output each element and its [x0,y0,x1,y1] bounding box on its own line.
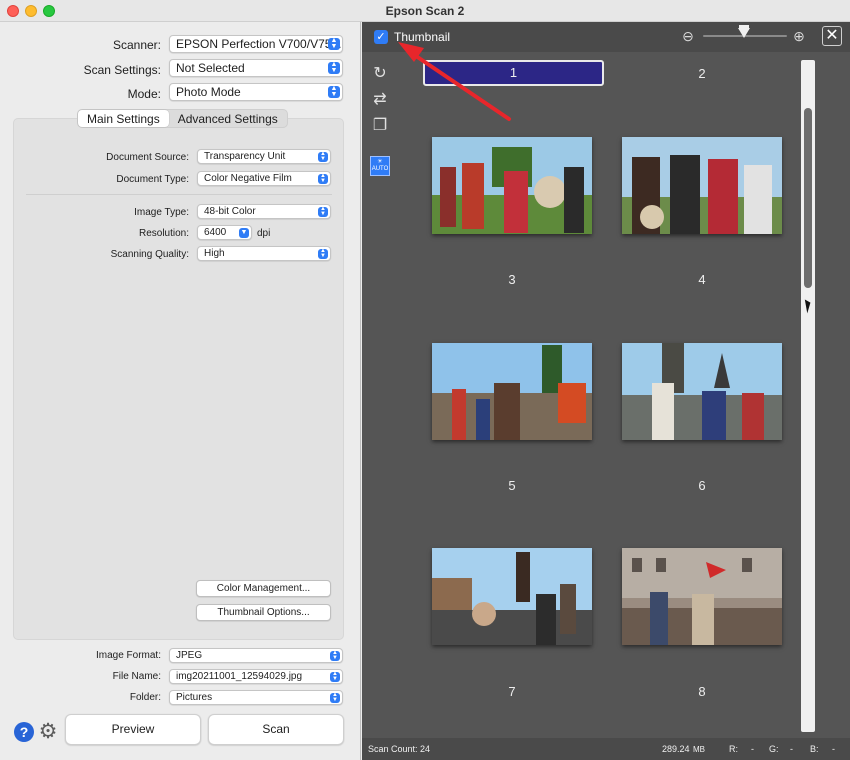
resolution-unit: dpi [257,228,271,239]
resolution-select[interactable]: 6400 ▼ [197,225,252,240]
frame-label-5[interactable]: 5 [422,478,602,493]
frame-label-4[interactable]: 4 [612,272,792,287]
chevron-updown-icon: ▲ ▼ [318,173,328,184]
thumbnail-image[interactable] [622,548,782,645]
document-type-select[interactable]: Color Negative Film ▲ ▼ [197,171,331,186]
b-value: - [832,744,835,754]
mode-value: Photo Mode [176,85,241,99]
window-title: Epson Scan 2 [385,4,465,18]
folder-label: Folder: [129,692,161,703]
help-icon[interactable]: ? [14,722,34,742]
chevron-updown-icon: ▲ ▼ [330,692,340,703]
chevron-updown-icon: ▲ ▼ [328,85,340,98]
status-bar: Scan Count: 24 289.24 MB R: - G: - B: - [362,738,850,760]
settings-panel: Scanner: EPSON Perfection V700/V75... ▲ ▼… [0,22,361,760]
chevron-updown-icon: ▲ ▼ [330,671,340,682]
image-format-label: Image Format: [95,650,161,661]
mode-select[interactable]: Photo Mode ▲ ▼ [169,83,343,101]
settings-box [13,118,344,640]
frame-label-7[interactable]: 7 [422,684,602,699]
preview-toolbar: ✓ Thumbnail ⊖ ⊕ ✕ [362,22,850,52]
chevron-updown-icon: ▲ ▼ [328,37,340,50]
frame-label-6[interactable]: 6 [612,478,792,493]
settings-tabs: Main Settings Advanced Settings [77,109,288,128]
thumbnail-grid: 1 2 3 4 5 6 7 8 [402,60,802,760]
chevron-updown-icon: ▲ ▼ [330,650,340,661]
folder-select[interactable]: Pictures ▲ ▼ [169,690,343,705]
chevron-updown-icon: ▲ ▼ [328,61,340,74]
thumbnail-checkbox[interactable]: ✓ [374,30,388,44]
file-name-label: File Name: [112,671,161,682]
resolution-label: Resolution: [138,228,189,239]
frame-label-3[interactable]: 3 [422,272,602,287]
document-type-value: Color Negative Film [204,173,292,184]
color-management-button[interactable]: Color Management... [196,580,331,597]
thumbnail-image[interactable] [432,137,592,234]
r-label: R: [729,744,738,754]
preview-button[interactable]: Preview [65,714,201,745]
chevron-updown-icon: ▲ ▼ [318,248,328,259]
gear-icon[interactable]: ⚙ [37,721,59,743]
document-source-select[interactable]: Transparency Unit ▲ ▼ [197,149,331,164]
resolution-value: 6400 [204,227,227,238]
preview-panel: ✓ Thumbnail ⊖ ⊕ ✕ ↻ ⇄ ❐ ☀ AUTO 1 2 3 4 5… [362,22,850,760]
b-label: B: [810,744,819,754]
scan-settings-select[interactable]: Not Selected ▲ ▼ [169,59,343,77]
file-size-unit: MB [693,745,705,754]
zoom-out-icon[interactable]: ⊖ [679,27,697,45]
thumbnail-options-button[interactable]: Thumbnail Options... [196,604,331,621]
scanner-select[interactable]: EPSON Perfection V700/V75... ▲ ▼ [169,35,343,53]
chevron-updown-icon: ▲ ▼ [318,151,328,162]
thumbnail-label: Thumbnail [394,30,451,44]
zoom-in-icon[interactable]: ⊕ [790,27,808,45]
close-preview-button[interactable]: ✕ [822,26,842,46]
image-type-value: 48-bit Color [204,206,256,217]
mode-label: Mode: [127,87,161,101]
select-all-icon[interactable]: ❐ [370,116,390,136]
thumbnail-image[interactable] [622,343,782,440]
scan-settings-label: Scan Settings: [83,63,161,77]
document-source-label: Document Source: [106,152,189,163]
frame-label-1[interactable]: 1 [423,60,604,86]
scrollbar-thumb[interactable] [804,108,812,288]
scan-settings-value: Not Selected [176,61,245,75]
frame-label-8[interactable]: 8 [612,684,792,699]
chevron-down-icon: ▼ [239,228,249,238]
scanner-value: EPSON Perfection V700/V75... [176,37,342,51]
file-size: 289.24 [662,744,690,754]
chevron-updown-icon: ▲ ▼ [318,206,328,217]
scanning-quality-value: High [204,248,225,259]
thumbnail-image[interactable] [622,137,782,234]
image-format-select[interactable]: JPEG ▲ ▼ [169,648,343,663]
tab-main-settings[interactable]: Main Settings [78,110,169,127]
image-type-select[interactable]: 48-bit Color ▲ ▼ [197,204,331,219]
title-bar: Epson Scan 2 [0,0,850,22]
scan-button[interactable]: Scan [208,714,344,745]
flip-icon[interactable]: ⇄ [370,90,390,110]
tab-advanced-settings[interactable]: Advanced Settings [169,110,287,127]
zoom-slider-pointer[interactable] [738,28,750,38]
scanning-quality-label: Scanning Quality: [110,249,189,260]
scanner-label: Scanner: [112,38,161,52]
g-value: - [790,744,793,754]
rotate-icon[interactable]: ↻ [370,64,390,84]
document-type-label: Document Type: [116,174,189,185]
document-source-value: Transparency Unit [204,151,286,162]
thumbnail-image[interactable] [432,548,592,645]
r-value: - [751,744,754,754]
divider [26,194,332,195]
file-name-value: img20211001_12594029.jpg [176,671,303,682]
image-type-label: Image Type: [134,207,189,218]
g-label: G: [769,744,779,754]
scanning-quality-select[interactable]: High ▲ ▼ [197,246,331,261]
scan-count: Scan Count: 24 [368,744,431,754]
image-format-value: JPEG [176,650,203,661]
frame-label-2[interactable]: 2 [612,66,792,81]
file-name-select[interactable]: img20211001_12594029.jpg ▲ ▼ [169,669,343,684]
thumbnail-image[interactable] [432,343,592,440]
auto-exposure-icon[interactable]: ☀ AUTO [370,156,390,176]
folder-value: Pictures [176,692,213,703]
